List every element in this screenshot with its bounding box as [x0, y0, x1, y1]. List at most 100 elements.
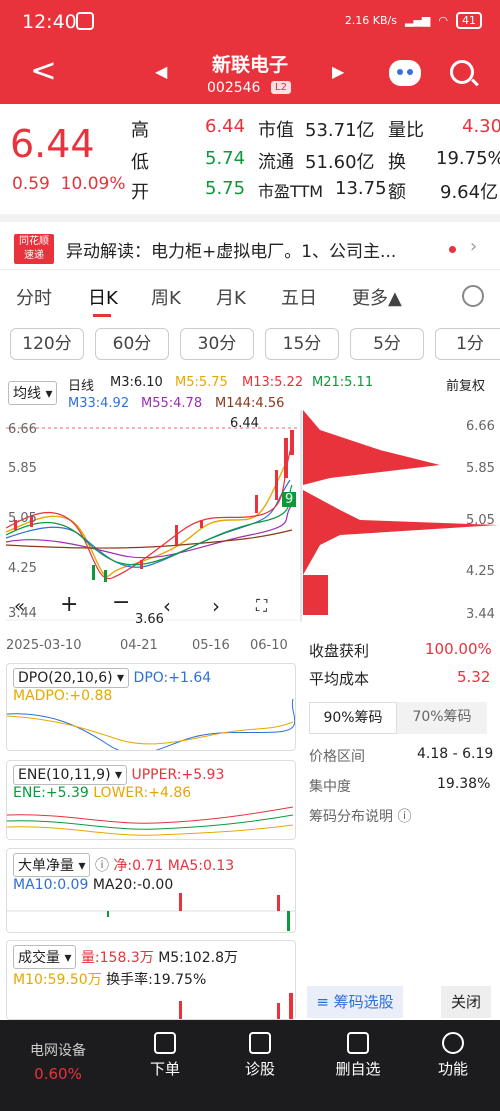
candle — [255, 495, 258, 513]
chip-help-link[interactable]: 筹码分布说明 ⓘ — [309, 806, 411, 826]
level2-badge: L2 — [271, 81, 291, 94]
volume-bar — [179, 1001, 182, 1019]
stock-code: 002546 — [207, 80, 261, 96]
robot-assistant-icon[interactable] — [389, 60, 421, 86]
dpo-select[interactable]: DPO(20,10,6) ▾ — [13, 668, 130, 688]
sector-name: 电网设备 — [30, 1043, 86, 1059]
app-notification-icon — [76, 12, 94, 30]
high-value: 6.44 — [205, 116, 246, 137]
dpo-line — [7, 698, 295, 750]
float-value: 51.60亿 — [305, 152, 375, 173]
chip-select-button[interactable]: ≡ 筹码选股 — [307, 986, 403, 1018]
zoom-out-icon[interactable]: − — [112, 590, 130, 615]
tab-90-chips[interactable]: 90%筹码 — [309, 702, 397, 734]
tab-weekly-k[interactable]: 周K — [151, 284, 181, 310]
max-price-label: 6.44 — [230, 416, 259, 431]
ene-lower: LOWER:+4.86 — [93, 785, 192, 801]
wifi-icon: ◠ — [438, 14, 448, 27]
y-tick-left: 6.66 — [8, 422, 37, 437]
tab-daily-k[interactable]: 日K — [88, 284, 118, 310]
last-price: 6.44 — [10, 122, 95, 166]
y-tick-left: 4.25 — [8, 561, 37, 576]
sector-item[interactable]: 电网设备 0.60% — [22, 1040, 94, 1088]
tab-five-day[interactable]: 五日 — [281, 284, 317, 310]
clock: 12:40 — [22, 11, 77, 33]
mcap-value: 53.71亿 — [305, 120, 375, 141]
bigorder-ma5: MA5:0.13 — [167, 858, 235, 874]
period-120m[interactable]: 120分 — [10, 328, 84, 360]
tab-more[interactable]: 更多▲ — [352, 284, 402, 310]
bigorder-select[interactable]: 大单净量 ▾ — [13, 853, 91, 877]
date-tick: 2025-03-10 — [6, 638, 82, 653]
nav-diagnose[interactable]: 诊股 — [235, 1032, 285, 1079]
volume-select[interactable]: 成交量 ▾ — [13, 945, 77, 969]
period-15m[interactable]: 15分 — [265, 328, 339, 360]
pe-label: 市盈TTM — [258, 182, 324, 201]
turnover-value: 19.75% — [436, 148, 500, 169]
high-label: 高 — [131, 120, 149, 141]
volume-bar — [277, 1003, 280, 1019]
diagnose-icon — [249, 1032, 271, 1054]
candle — [200, 520, 203, 528]
period-30m[interactable]: 30分 — [180, 328, 254, 360]
help-icon[interactable]: ⓘ — [95, 858, 109, 874]
cost-value: 5.32 — [457, 668, 491, 686]
ene-upper: UPPER:+5.93 — [131, 767, 225, 783]
scroll-left-icon[interactable]: ‹ — [163, 594, 171, 618]
chip-bar — [303, 575, 328, 615]
ene-upper-line — [7, 806, 294, 824]
candle — [290, 430, 294, 455]
rewind-icon[interactable]: « — [14, 596, 25, 617]
news-text: 异动解读：电力柜+虚拟电厂。1、公司主... — [66, 242, 397, 262]
search-icon[interactable] — [450, 60, 474, 84]
date-tick: 05-16 — [192, 638, 230, 653]
next-stock-icon[interactable]: ▶ — [332, 62, 344, 81]
battery-icon: 41 — [456, 12, 482, 29]
order-icon — [154, 1032, 176, 1054]
news-banner[interactable]: 同花顺 速递 异动解读：电力柜+虚拟电厂。1、公司主... › — [0, 214, 500, 270]
date-tick: 04-21 — [120, 638, 158, 653]
ma21-line — [5, 484, 293, 566]
amount-label: 额 — [388, 182, 406, 203]
nav-order[interactable]: 下单 — [140, 1032, 190, 1079]
candle — [175, 525, 178, 545]
settings-icon[interactable] — [462, 285, 484, 307]
network-speed: 2.16 KB/s — [344, 14, 397, 27]
fullscreen-icon[interactable]: ⛶ — [256, 596, 267, 616]
bigorder-net: 净:0.71 — [113, 858, 164, 874]
zoom-in-icon[interactable]: + — [60, 592, 78, 617]
open-value: 5.75 — [205, 178, 246, 199]
sector-change: 0.60% — [34, 1065, 82, 1083]
date-tick: 06-10 — [250, 638, 288, 653]
volume-panel: 成交量 ▾ 量:158.3万 M5:102.8万 M10:59.50万 换手率:… — [6, 940, 296, 1020]
ma144-line — [5, 529, 293, 549]
scroll-right-icon[interactable]: › — [212, 594, 220, 618]
cost-label: 平均成本 — [309, 670, 370, 688]
candle — [140, 560, 143, 569]
price-change: 0.59 10.09% — [12, 174, 126, 194]
nav-remove-watch[interactable]: 删自选 — [328, 1032, 388, 1079]
period-60m[interactable]: 60分 — [95, 328, 169, 360]
tab-intraday[interactable]: 分时 — [16, 284, 52, 310]
profit-label: 收盘获利 — [309, 642, 370, 660]
y-tick-left: 5.05 — [8, 511, 37, 526]
dpo-value: DPO:+1.64 — [133, 670, 212, 686]
chevron-right-icon: › — [470, 236, 478, 257]
volume-value: 量:158.3万 — [80, 950, 154, 966]
y-tick-right: 4.25 — [466, 564, 495, 579]
y-tick-right: 3.44 — [466, 607, 495, 622]
period-1m[interactable]: 1分 — [435, 328, 500, 360]
low-value: 5.74 — [205, 148, 246, 169]
ene-select[interactable]: ENE(10,11,9) ▾ — [13, 765, 128, 785]
close-button[interactable]: 关闭 — [441, 986, 491, 1018]
turnover-label: 换 — [388, 152, 406, 173]
nav-functions[interactable]: 功能 — [428, 1032, 478, 1079]
y-tick-right: 6.66 — [466, 419, 495, 434]
ene-chart — [7, 806, 294, 836]
low-label: 低 — [131, 152, 149, 173]
bigorder-bar — [179, 893, 182, 911]
tab-70-chips[interactable]: 70%筹码 — [397, 702, 487, 734]
period-5m[interactable]: 5分 — [350, 328, 424, 360]
y-tick-right: 5.05 — [466, 513, 495, 528]
tab-monthly-k[interactable]: 月K — [216, 284, 246, 310]
